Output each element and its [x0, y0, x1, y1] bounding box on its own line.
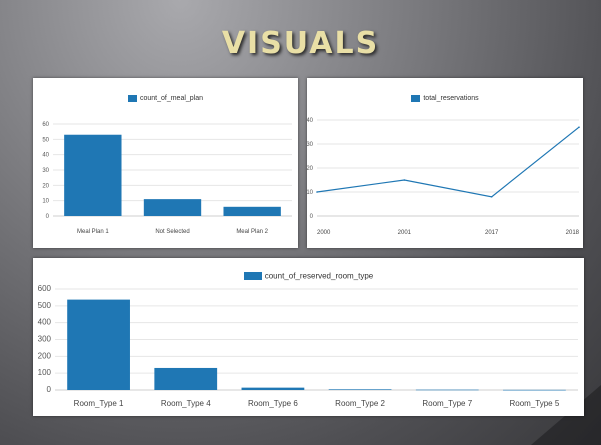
bar: [503, 389, 566, 391]
data-point: [578, 126, 580, 128]
bar: [241, 387, 305, 390]
x-tick-label: Room_Type 5: [510, 399, 560, 408]
y-tick-label: 30: [307, 142, 314, 148]
x-tick-label: Meal Plan 1: [77, 229, 109, 235]
y-tick-label: 10: [42, 199, 49, 205]
y-tick-label: 60: [42, 122, 49, 128]
meal-plan-bar-chart: 0 10 20 30 40 50 60 Meal Plan 1 Not Selected Meal…: [42, 122, 292, 235]
y-tick-label: 20: [42, 183, 49, 189]
room-type-chart-panel: count_of_reserved_room_type 0 100 200 300 40…: [33, 258, 584, 416]
x-tick-label: Not Selected: [155, 229, 189, 235]
slide-title: VISUALS: [221, 26, 380, 61]
bar: [67, 299, 130, 390]
y-tick-label: 600: [38, 284, 52, 293]
y-tick-label: 100: [38, 368, 52, 377]
y-tick-label: 400: [38, 318, 52, 327]
room-type-bar-chart: 0 100 200 300 400 500 600 Room_Type 1 Room_Type …: [38, 284, 578, 408]
series-line: [316, 126, 580, 198]
y-tick-label: 500: [38, 301, 52, 310]
y-tick-label: 40: [307, 118, 314, 124]
bar: [415, 389, 479, 391]
x-tick-label: 2017: [485, 230, 499, 236]
x-tick-label: Room_Type 6: [248, 399, 298, 408]
x-tick-label: 2000: [317, 230, 331, 236]
y-tick-label: 0: [47, 385, 52, 394]
bar: [64, 134, 122, 216]
x-tick-label: Room_Type 4: [161, 399, 211, 408]
y-tick-label: 20: [307, 166, 314, 172]
reservations-chart-panel: total_reservations 0 10 20 30 40 2000 2001 2017…: [307, 78, 583, 248]
data-point: [403, 179, 406, 181]
x-tick-label: Meal Plan 2: [236, 229, 268, 235]
y-tick-label: 300: [38, 335, 52, 344]
y-tick-label: 30: [42, 168, 49, 174]
x-tick-label: Room_Type 7: [422, 399, 472, 408]
bar: [143, 199, 202, 216]
y-tick-label: 200: [38, 351, 52, 360]
x-tick-label: 2018: [566, 230, 580, 236]
y-tick-label: 40: [42, 153, 49, 159]
bar: [154, 367, 218, 390]
y-tick-label: 0: [310, 214, 314, 220]
reservations-line-chart: 0 10 20 30 40 2000 2001 2017 2018: [307, 118, 580, 236]
y-tick-label: 0: [46, 214, 50, 220]
data-point: [490, 196, 493, 198]
y-tick-label: 50: [42, 137, 49, 143]
bar: [223, 206, 281, 216]
x-tick-label: 2001: [398, 230, 412, 236]
x-tick-label: Room_Type 1: [74, 399, 124, 408]
x-tick-label: Room_Type 2: [335, 399, 385, 408]
bar: [328, 389, 392, 390]
meal-plan-chart-panel: count_of_meal_plan 0 10 20 30 40 50 60 Meal Pla…: [33, 78, 298, 248]
y-tick-label: 10: [307, 190, 314, 196]
data-point: [316, 191, 318, 193]
